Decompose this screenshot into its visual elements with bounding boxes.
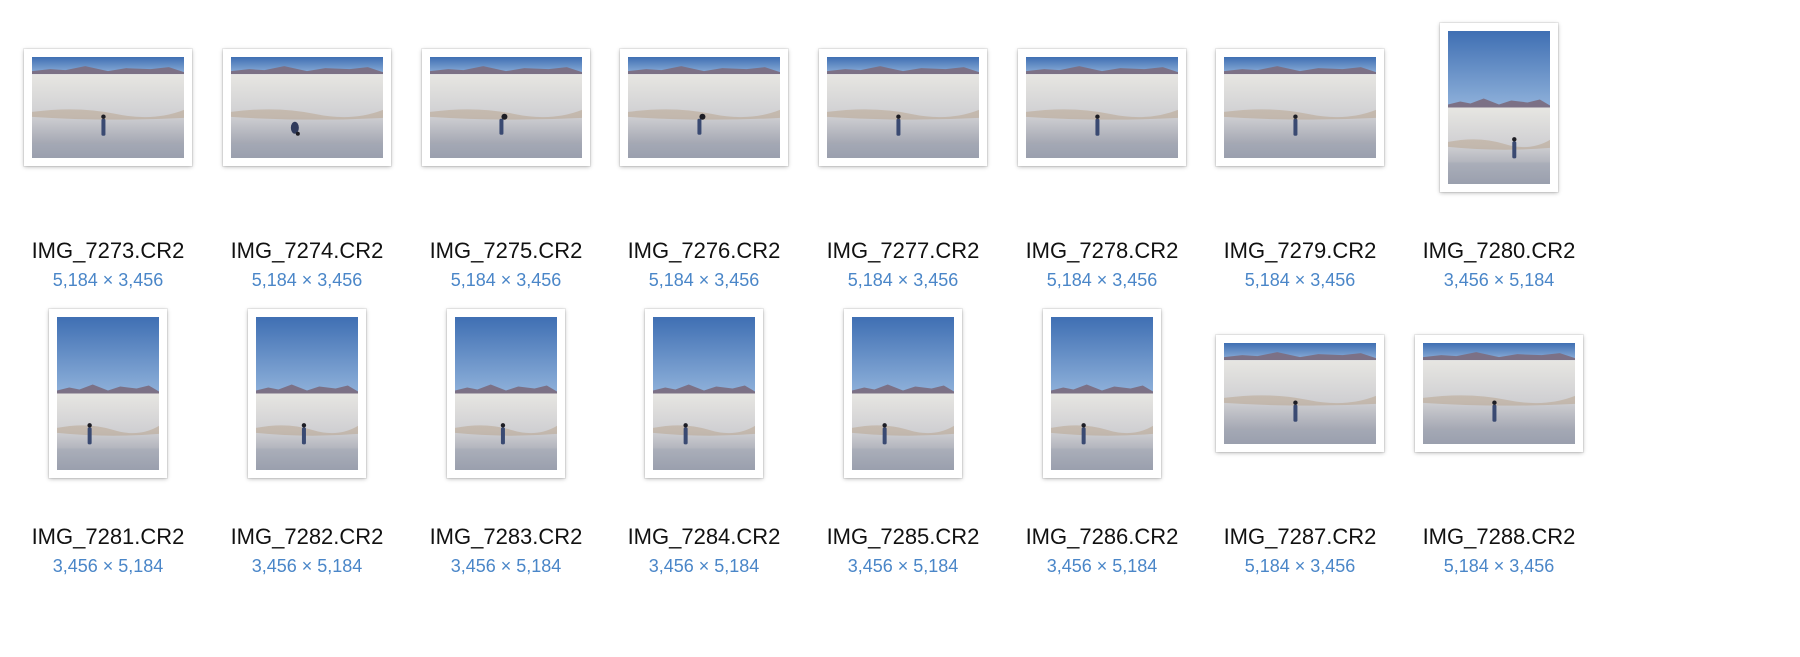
photo-thumbnail-icon[interactable]	[1018, 48, 1186, 166]
photo-preview	[256, 316, 358, 470]
photo-thumbnail-icon[interactable]	[1216, 48, 1384, 166]
file-item-img_7282-cr2[interactable]: IMG_7282.CR2 3,456 × 5,184	[197, 288, 417, 578]
photo-thumbnail-icon[interactable]	[49, 308, 167, 478]
photo-preview	[827, 56, 979, 158]
photo-thumbnail-icon[interactable]	[447, 308, 565, 478]
file-dimensions-label: 3,456 × 5,184	[251, 556, 363, 576]
photo-preview	[430, 56, 582, 158]
file-icon-grid: IMG_7273.CR2 5,184 × 3,456 IMG_7274.CR2 …	[0, 0, 1800, 657]
file-dimensions-label: 3,456 × 5,184	[1046, 556, 1158, 576]
file-item-img_7273-cr2[interactable]: IMG_7273.CR2 5,184 × 3,456	[0, 2, 218, 292]
photo-preview	[455, 316, 557, 470]
file-name-label: IMG_7276.CR2	[627, 238, 781, 263]
file-item-img_7277-cr2[interactable]: IMG_7277.CR2 5,184 × 3,456	[793, 2, 1013, 292]
thumbnail-area	[396, 288, 616, 498]
thumbnail-area	[396, 2, 616, 212]
file-item-img_7280-cr2[interactable]: IMG_7280.CR2 3,456 × 5,184	[1389, 2, 1609, 292]
photo-thumbnail-icon[interactable]	[620, 48, 788, 166]
file-dimensions-label: 3,456 × 5,184	[52, 556, 164, 576]
photo-preview	[57, 316, 159, 470]
file-name-label: IMG_7281.CR2	[31, 524, 185, 549]
file-name-label: IMG_7278.CR2	[1025, 238, 1179, 263]
photo-preview	[32, 56, 184, 158]
file-name-label: IMG_7287.CR2	[1223, 524, 1377, 549]
thumbnail-area	[0, 2, 218, 212]
photo-thumbnail-icon[interactable]	[223, 48, 391, 166]
file-item-img_7284-cr2[interactable]: IMG_7284.CR2 3,456 × 5,184	[594, 288, 814, 578]
file-name-label: IMG_7283.CR2	[429, 524, 583, 549]
file-item-img_7274-cr2[interactable]: IMG_7274.CR2 5,184 × 3,456	[197, 2, 417, 292]
photo-preview	[852, 316, 954, 470]
file-item-img_7278-cr2[interactable]: IMG_7278.CR2 5,184 × 3,456	[992, 2, 1212, 292]
thumbnail-area	[793, 2, 1013, 212]
file-name-label: IMG_7282.CR2	[230, 524, 384, 549]
thumbnail-area	[594, 288, 814, 498]
file-dimensions-label: 3,456 × 5,184	[847, 556, 959, 576]
photo-thumbnail-icon[interactable]	[248, 308, 366, 478]
file-item-img_7286-cr2[interactable]: IMG_7286.CR2 3,456 × 5,184	[992, 288, 1212, 578]
photo-preview	[1423, 342, 1575, 444]
thumbnail-area	[1389, 288, 1609, 498]
photo-thumbnail-icon[interactable]	[819, 48, 987, 166]
file-dimensions-label: 5,184 × 3,456	[1244, 556, 1356, 576]
photo-preview	[231, 56, 383, 158]
file-item-img_7288-cr2[interactable]: IMG_7288.CR2 5,184 × 3,456	[1389, 288, 1609, 578]
photo-preview	[1224, 56, 1376, 158]
photo-thumbnail-icon[interactable]	[1440, 22, 1558, 192]
photo-thumbnail-icon[interactable]	[1043, 308, 1161, 478]
photo-preview	[653, 316, 755, 470]
file-dimensions-label: 3,456 × 5,184	[450, 556, 562, 576]
file-name-label: IMG_7279.CR2	[1223, 238, 1377, 263]
thumbnail-area	[197, 288, 417, 498]
thumbnail-area	[197, 2, 417, 212]
file-item-img_7275-cr2[interactable]: IMG_7275.CR2 5,184 × 3,456	[396, 2, 616, 292]
thumbnail-area	[992, 288, 1212, 498]
file-item-img_7276-cr2[interactable]: IMG_7276.CR2 5,184 × 3,456	[594, 2, 814, 292]
photo-thumbnail-icon[interactable]	[844, 308, 962, 478]
file-name-label: IMG_7285.CR2	[826, 524, 980, 549]
thumbnail-area	[992, 2, 1212, 212]
file-dimensions-label: 3,456 × 5,184	[648, 556, 760, 576]
photo-preview	[1051, 316, 1153, 470]
photo-thumbnail-icon[interactable]	[1415, 334, 1583, 452]
file-name-label: IMG_7274.CR2	[230, 238, 384, 263]
photo-thumbnail-icon[interactable]	[422, 48, 590, 166]
file-name-label: IMG_7275.CR2	[429, 238, 583, 263]
thumbnail-area	[1190, 288, 1410, 498]
file-item-img_7279-cr2[interactable]: IMG_7279.CR2 5,184 × 3,456	[1190, 2, 1410, 292]
file-name-label: IMG_7277.CR2	[826, 238, 980, 263]
file-name-label: IMG_7280.CR2	[1422, 238, 1576, 263]
file-dimensions-label: 5,184 × 3,456	[1443, 556, 1555, 576]
file-name-label: IMG_7273.CR2	[31, 238, 185, 263]
file-item-img_7287-cr2[interactable]: IMG_7287.CR2 5,184 × 3,456	[1190, 288, 1410, 578]
photo-thumbnail-icon[interactable]	[24, 48, 192, 166]
file-item-img_7281-cr2[interactable]: IMG_7281.CR2 3,456 × 5,184	[0, 288, 218, 578]
file-item-img_7285-cr2[interactable]: IMG_7285.CR2 3,456 × 5,184	[793, 288, 1013, 578]
file-name-label: IMG_7288.CR2	[1422, 524, 1576, 549]
photo-thumbnail-icon[interactable]	[1216, 334, 1384, 452]
file-item-img_7283-cr2[interactable]: IMG_7283.CR2 3,456 × 5,184	[396, 288, 616, 578]
thumbnail-area	[594, 2, 814, 212]
photo-preview	[1448, 30, 1550, 184]
file-name-label: IMG_7286.CR2	[1025, 524, 1179, 549]
photo-thumbnail-icon[interactable]	[645, 308, 763, 478]
thumbnail-area	[1389, 2, 1609, 212]
thumbnail-area	[793, 288, 1013, 498]
file-name-label: IMG_7284.CR2	[627, 524, 781, 549]
thumbnail-area	[0, 288, 218, 498]
photo-preview	[1224, 342, 1376, 444]
thumbnail-area	[1190, 2, 1410, 212]
photo-preview	[628, 56, 780, 158]
photo-preview	[1026, 56, 1178, 158]
